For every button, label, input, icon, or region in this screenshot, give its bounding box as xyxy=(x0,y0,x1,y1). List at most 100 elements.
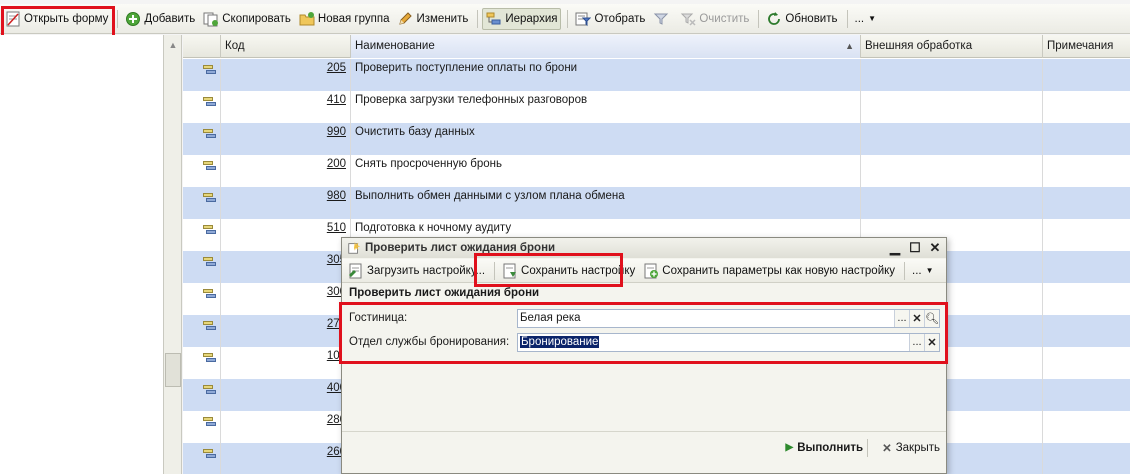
name-cell: Проверка загрузки телефонных разговоров xyxy=(351,91,861,123)
load-settings-label: Загрузить настройку... xyxy=(367,264,486,277)
ext-processing-cell xyxy=(861,155,1043,187)
maximize-icon[interactable]: ☐ xyxy=(908,239,922,257)
toolbar-separator xyxy=(846,9,848,28)
row-icon-cell xyxy=(183,91,221,123)
hierarchy-toggle[interactable]: Иерархия xyxy=(482,7,562,30)
save-settings-button[interactable]: Сохранить настройку xyxy=(499,260,638,282)
name-column-header[interactable]: Наименование ▲ xyxy=(351,35,861,58)
code-column-header[interactable]: Код xyxy=(221,35,351,58)
clear-filter-icon xyxy=(681,13,696,26)
ext-processing-cell xyxy=(861,59,1043,91)
run-button[interactable]: ▶ Выполнить xyxy=(786,442,864,454)
edit-button[interactable]: Изменить xyxy=(394,8,471,30)
dialog-titlebar[interactable]: Проверить лист ожидания брони ▁ ☐ ✕ xyxy=(342,238,946,258)
code-cell: 280 xyxy=(221,411,351,443)
toolbar-separator xyxy=(117,9,119,28)
item-icon xyxy=(203,257,216,266)
code-cell: 300 xyxy=(221,283,351,315)
waitlist-dialog: Проверить лист ожидания брони ▁ ☐ ✕ Загр… xyxy=(341,237,947,474)
scrollbar-thumb[interactable] xyxy=(165,353,181,387)
form-icon xyxy=(6,11,20,26)
item-icon xyxy=(203,129,216,138)
hotel-input[interactable]: Белая река ... ✕ 🔍︎ xyxy=(517,308,940,328)
name-cell: Снять просроченную бронь xyxy=(351,155,861,187)
table-row[interactable]: 980 Выполнить обмен данными с узлом плана… xyxy=(183,187,1130,219)
sort-ascending-icon: ▲ xyxy=(845,41,854,51)
notes-cell xyxy=(1043,59,1130,91)
row-icon-cell xyxy=(183,155,221,187)
notes-cell xyxy=(1043,347,1130,379)
notes-cell xyxy=(1043,443,1130,474)
scroll-up-icon[interactable]: ▲ xyxy=(165,37,181,53)
notes-cell xyxy=(1043,411,1130,443)
filter-button[interactable]: Отобрать xyxy=(572,8,648,30)
new-group-button[interactable]: Новая группа xyxy=(296,8,393,30)
save-as-new-settings-button[interactable]: Сохранить параметры как новую настройку xyxy=(640,260,898,282)
code-cell: 990 xyxy=(221,123,351,155)
add-button[interactable]: Добавить xyxy=(122,8,198,30)
dept-field-row: Отдел службы бронирования: Бронирование … xyxy=(349,332,940,352)
table-header: Код Наименование ▲ Внешняя обработка При… xyxy=(183,35,1130,58)
toolbar-separator xyxy=(477,9,479,28)
hotel-choose-button[interactable]: ... xyxy=(894,309,909,327)
hotel-clear-icon[interactable]: ✕ xyxy=(909,309,924,327)
name-cell: Проверить поступление оплаты по брони xyxy=(351,59,861,91)
clear-button[interactable]: Очистить xyxy=(677,8,752,30)
icon-column-header[interactable] xyxy=(183,35,221,58)
ext-processing-cell xyxy=(861,91,1043,123)
table-row[interactable]: 205 Проверить поступление оплаты по брони xyxy=(183,59,1130,91)
notes-column-header[interactable]: Примечания xyxy=(1043,35,1130,58)
hotel-label: Гостиница: xyxy=(349,312,408,324)
copy-icon xyxy=(203,12,219,26)
refresh-button[interactable]: Обновить xyxy=(763,8,840,30)
chevron-down-icon: ▼ xyxy=(868,14,877,23)
notes-cell xyxy=(1043,187,1130,219)
ext-processing-column-header[interactable]: Внешняя обработка xyxy=(861,35,1043,58)
close-button[interactable]: ✕ Закрыть xyxy=(882,441,940,455)
vertical-scrollbar[interactable]: ▲ xyxy=(163,35,182,474)
add-label: Добавить xyxy=(144,12,196,25)
table-row[interactable]: 990 Очистить базу данных xyxy=(183,123,1130,155)
code-value: 990 xyxy=(326,126,346,138)
minimize-icon[interactable]: ▁ xyxy=(888,239,902,257)
more-actions-button[interactable]: ... ▼ xyxy=(852,8,880,30)
hotel-field-row: Гостиница: Белая река ... ✕ 🔍︎ xyxy=(349,308,940,328)
add-icon xyxy=(126,11,141,26)
notes-cell xyxy=(1043,219,1130,251)
clear-label: Очистить xyxy=(699,12,750,25)
code-value: 510 xyxy=(326,222,346,234)
item-icon xyxy=(203,321,216,330)
hotel-value: Белая река xyxy=(520,312,581,324)
toolbar-separator xyxy=(904,261,906,280)
tree-pane[interactable] xyxy=(0,35,163,474)
funnel-button[interactable] xyxy=(650,8,675,30)
window-controls: ▁ ☐ ✕ xyxy=(888,239,942,257)
code-value: 200 xyxy=(326,158,346,170)
refresh-label: Обновить xyxy=(785,12,838,25)
load-settings-icon xyxy=(349,263,362,278)
dialog-more-button[interactable]: ... ▼ xyxy=(909,260,937,282)
code-cell: 205 xyxy=(221,59,351,91)
copy-button[interactable]: Скопировать xyxy=(200,8,294,30)
dept-choose-button[interactable]: ... xyxy=(909,333,924,351)
hotel-open-icon[interactable]: 🔍︎ xyxy=(924,309,939,327)
item-icon xyxy=(203,289,216,298)
load-settings-button[interactable]: Загрузить настройку... xyxy=(345,260,488,282)
notes-cell xyxy=(1043,123,1130,155)
close-icon[interactable]: ✕ xyxy=(928,239,942,257)
save-settings-label: Сохранить настройку xyxy=(521,264,636,277)
dept-input[interactable]: Бронирование ... ✕ xyxy=(517,332,940,352)
toolbar-separator xyxy=(758,9,760,28)
notes-cell xyxy=(1043,91,1130,123)
open-form-button[interactable]: Открыть форму xyxy=(2,8,111,30)
table-row[interactable]: 200 Снять просроченную бронь xyxy=(183,155,1130,187)
table-row[interactable]: 410 Проверка загрузки телефонных разговор… xyxy=(183,91,1130,123)
item-icon xyxy=(203,97,216,106)
folder-add-icon xyxy=(299,11,315,25)
row-icon-cell xyxy=(183,411,221,443)
ext-processing-cell xyxy=(861,187,1043,219)
row-icon-cell xyxy=(183,187,221,219)
dept-clear-icon[interactable]: ✕ xyxy=(924,333,939,351)
row-icon-cell xyxy=(183,123,221,155)
code-value: 410 xyxy=(326,94,346,106)
